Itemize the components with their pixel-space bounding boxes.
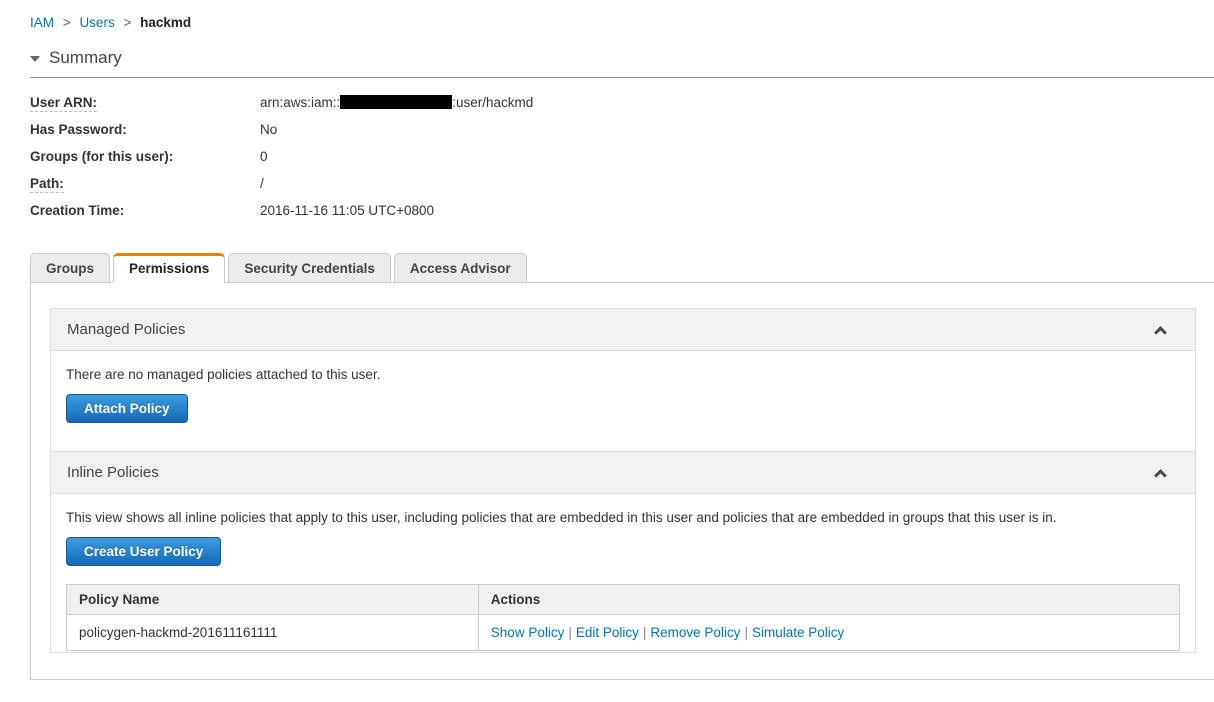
field-row-user-arn: User ARN: arn:aws:iam:::user/hackmd <box>30 94 1214 112</box>
policies-accordion: Managed Policies There are no managed po… <box>50 308 1196 653</box>
inline-policies-table: Policy Name Actions policygen-hackmd-201… <box>66 584 1181 651</box>
breadcrumb-separator: > <box>123 15 132 30</box>
actions-cell: Show Policy | Edit Policy | Remove Policy | Si… <box>477 614 1181 651</box>
groups-value: 0 <box>260 149 268 164</box>
chevron-up-icon <box>1154 325 1167 339</box>
breadcrumb: IAM > Users > hackmd <box>0 0 1214 30</box>
tab-access-advisor[interactable]: Access Advisor <box>393 253 527 283</box>
summary-divider <box>30 77 1214 78</box>
actions-column-header: Actions <box>477 584 1181 615</box>
creation-time-value: 2016-11-16 11:05 UTC+0800 <box>260 203 434 218</box>
user-arn-label-text: User ARN: <box>30 95 98 112</box>
inline-policies-body: This view shows all inline policies that… <box>51 494 1195 652</box>
tab-security-credentials[interactable]: Security Credentials <box>228 253 391 283</box>
action-separator: | <box>568 625 572 640</box>
creation-time-label: Creation Time: <box>30 203 125 218</box>
breadcrumb-link-users[interactable]: Users <box>79 15 114 30</box>
summary-title: Summary <box>49 48 122 67</box>
path-value: / <box>260 176 264 191</box>
chevron-up-icon <box>1154 468 1167 482</box>
groups-label: Groups (for this user): <box>30 149 174 164</box>
inline-policies-description: This view shows all inline policies that… <box>66 510 1057 525</box>
managed-policies-header[interactable]: Managed Policies <box>51 309 1195 351</box>
action-separator: | <box>642 625 647 640</box>
field-row-groups: Groups (for this user): 0 <box>30 148 1214 165</box>
has-password-label: Has Password: <box>30 122 127 137</box>
breadcrumb-current-user: hackmd <box>140 15 192 30</box>
path-label-text: Path: <box>30 176 64 193</box>
create-user-policy-button[interactable]: Create User Policy <box>66 537 222 566</box>
user-arn-suffix: :user/hackmd <box>452 95 534 110</box>
inline-policies-title: Inline Policies <box>67 464 159 481</box>
permissions-tab-panel: Managed Policies There are no managed po… <box>30 282 1214 680</box>
tab-groups[interactable]: Groups <box>30 253 111 283</box>
field-row-path: Path: / <box>30 175 1214 193</box>
table-header-row: Policy Name Actions <box>66 584 1181 615</box>
managed-policies-body: There are no managed policies attached t… <box>51 351 1195 451</box>
managed-policies-title: Managed Policies <box>67 321 186 338</box>
summary-section-toggle[interactable]: Summary <box>30 48 1214 68</box>
action-separator: | <box>744 625 748 640</box>
field-row-creation-time: Creation Time: 2016-11-16 11:05 UTC+0800 <box>30 202 1214 219</box>
path-label: Path: <box>30 175 260 193</box>
field-row-has-password: Has Password: No <box>30 121 1214 138</box>
inline-policies-header[interactable]: Inline Policies <box>51 451 1195 494</box>
policy-name-cell: policygen-hackmd-201611161111 <box>66 614 479 651</box>
managed-policies-empty-message: There are no managed policies attached t… <box>66 367 381 382</box>
user-arn-label: User ARN: <box>30 94 260 112</box>
redacted-account-id <box>340 95 453 109</box>
tab-permissions[interactable]: Permissions <box>113 253 226 283</box>
caret-down-icon <box>30 56 40 62</box>
show-policy-link[interactable]: Show Policy <box>491 625 565 640</box>
user-arn-prefix: arn:aws:iam:: <box>260 95 341 110</box>
summary-fields: User ARN: arn:aws:iam:::user/hackmd Has … <box>30 94 1214 219</box>
attach-policy-button[interactable]: Attach Policy <box>66 394 188 423</box>
remove-policy-link[interactable]: Remove Policy <box>650 625 740 640</box>
edit-policy-link[interactable]: Edit Policy <box>576 625 639 640</box>
breadcrumb-separator: > <box>62 15 71 30</box>
policy-name-column-header: Policy Name <box>66 584 479 615</box>
breadcrumb-link-iam[interactable]: IAM <box>30 15 54 30</box>
simulate-policy-link[interactable]: Simulate Policy <box>752 625 844 640</box>
user-arn-value: arn:aws:iam:::user/hackmd <box>260 94 533 111</box>
has-password-value: No <box>260 122 278 137</box>
table-row: policygen-hackmd-201611161111 Show Polic… <box>66 614 1181 651</box>
tab-bar: Groups Permissions Security Credentials … <box>30 253 1214 283</box>
